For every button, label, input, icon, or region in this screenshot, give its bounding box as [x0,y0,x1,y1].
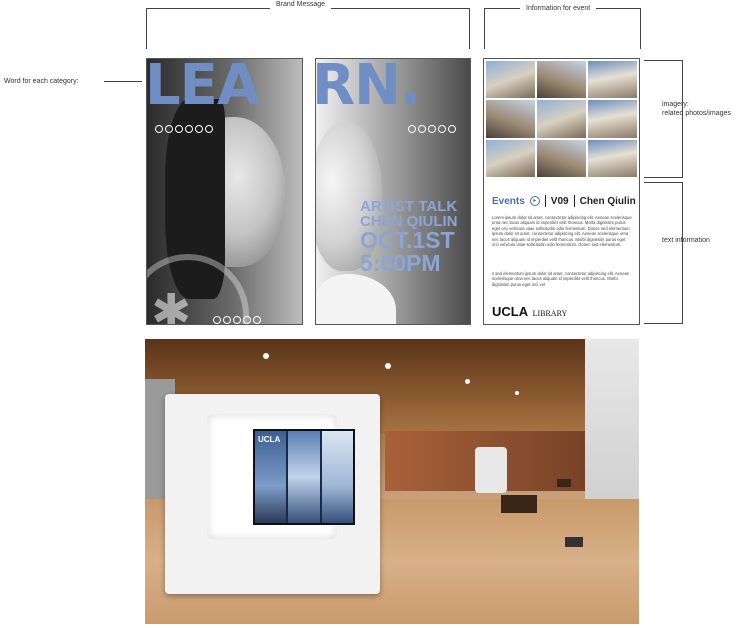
event-info-label: Information for event [520,4,597,13]
category-word-label: Word for each category: [4,78,79,85]
logo-library: LIBRARY [532,309,568,318]
ceiling-light [515,391,519,395]
event-body-text-2: s sed elementum ipsum dolor sit amet, co… [492,271,630,287]
category-word-line [104,81,142,82]
bench [501,495,537,513]
brand-message-bracket [146,8,470,49]
imagery-bracket [644,60,683,178]
artist-name: Chen Qiulin [579,195,636,207]
divider [544,195,546,207]
divider [573,195,575,207]
circle-icon [418,125,426,133]
event-code: V09 [550,195,569,207]
circle-icon [213,316,221,324]
circle-icon [408,125,416,133]
talk-line-1: ARTIST TALK [360,198,458,215]
event-body-text-1: Lorem ipsum dolor sit amet, consectetur … [492,215,632,248]
circle-icon [165,125,173,133]
text-info-label: text information [662,237,710,244]
poster-panel-left: LEA ✱ [146,58,303,325]
event-photo [486,139,535,177]
imagery-label: imagery: related photos/images [662,100,731,118]
events-label: Events [492,195,525,207]
screen-ucla-logo: UCLA [258,435,281,444]
brand-message-label: Brand Message [270,0,332,9]
icon-row-right [408,125,456,133]
arrow-circle-icon: ▸ [529,196,540,206]
circle-icon [428,125,436,133]
kiosk [475,447,507,493]
event-photo [588,61,637,99]
event-photo [537,100,586,138]
event-photo [537,61,586,99]
event-photo [486,100,535,138]
screen-panel: UCLA [255,431,287,523]
circle-icon [205,125,213,133]
talk-line-4: 5:00PM [360,250,441,276]
bench [557,479,571,487]
circle-icon [438,125,446,133]
circle-icon [233,316,241,324]
floor-mat [565,537,583,547]
imagery-label-line1: imagery: [662,101,689,108]
event-photo [588,100,637,138]
digital-signage-screens: UCLA [253,429,355,525]
ceiling-light [263,353,269,359]
imagery-label-line2: related photos/images [662,110,731,117]
logo-ucla: UCLA [492,304,529,319]
circle-icon [253,316,261,324]
event-photo [486,61,535,99]
icon-row-bottom-left [213,316,261,324]
circle-icon [243,316,251,324]
screen-panel [321,431,353,523]
shoulder-shape [316,274,396,324]
ucla-library-logo: UCLA LIBRARY [492,303,567,321]
circle-icon [185,125,193,133]
event-header: Events ▸ V09 Chen Qiulin [492,195,636,207]
category-word-left: LEA [146,58,260,118]
lobby-photo: UCLA [145,339,639,624]
circle-icon [195,125,203,133]
category-word-right: RN. [315,58,421,118]
event-photo [588,139,637,177]
circle-icon [448,125,456,133]
event-info-panel: Events ▸ V09 Chen Qiulin Lorem ipsum dol… [483,58,640,325]
imagery-grid [486,61,637,177]
screen-panel [288,431,320,523]
asterisk-graphic: ✱ [151,286,192,325]
circle-icon [155,125,163,133]
event-info-bracket [484,8,641,49]
poster-panel-middle: RN. ARTIST TALK CHEN QIULIN OCT.1ST 5:00… [315,58,471,325]
circle-icon [175,125,183,133]
event-announcement: ARTIST TALK CHEN QIULIN OCT.1ST 5:00PM [360,199,458,275]
ceiling-light [385,363,391,369]
ceiling-light [465,379,470,384]
icon-row-left [155,125,213,133]
event-photo [537,139,586,177]
text-info-bracket [644,182,683,324]
circle-icon [223,316,231,324]
talk-line-3: OCT.1ST [360,227,455,253]
